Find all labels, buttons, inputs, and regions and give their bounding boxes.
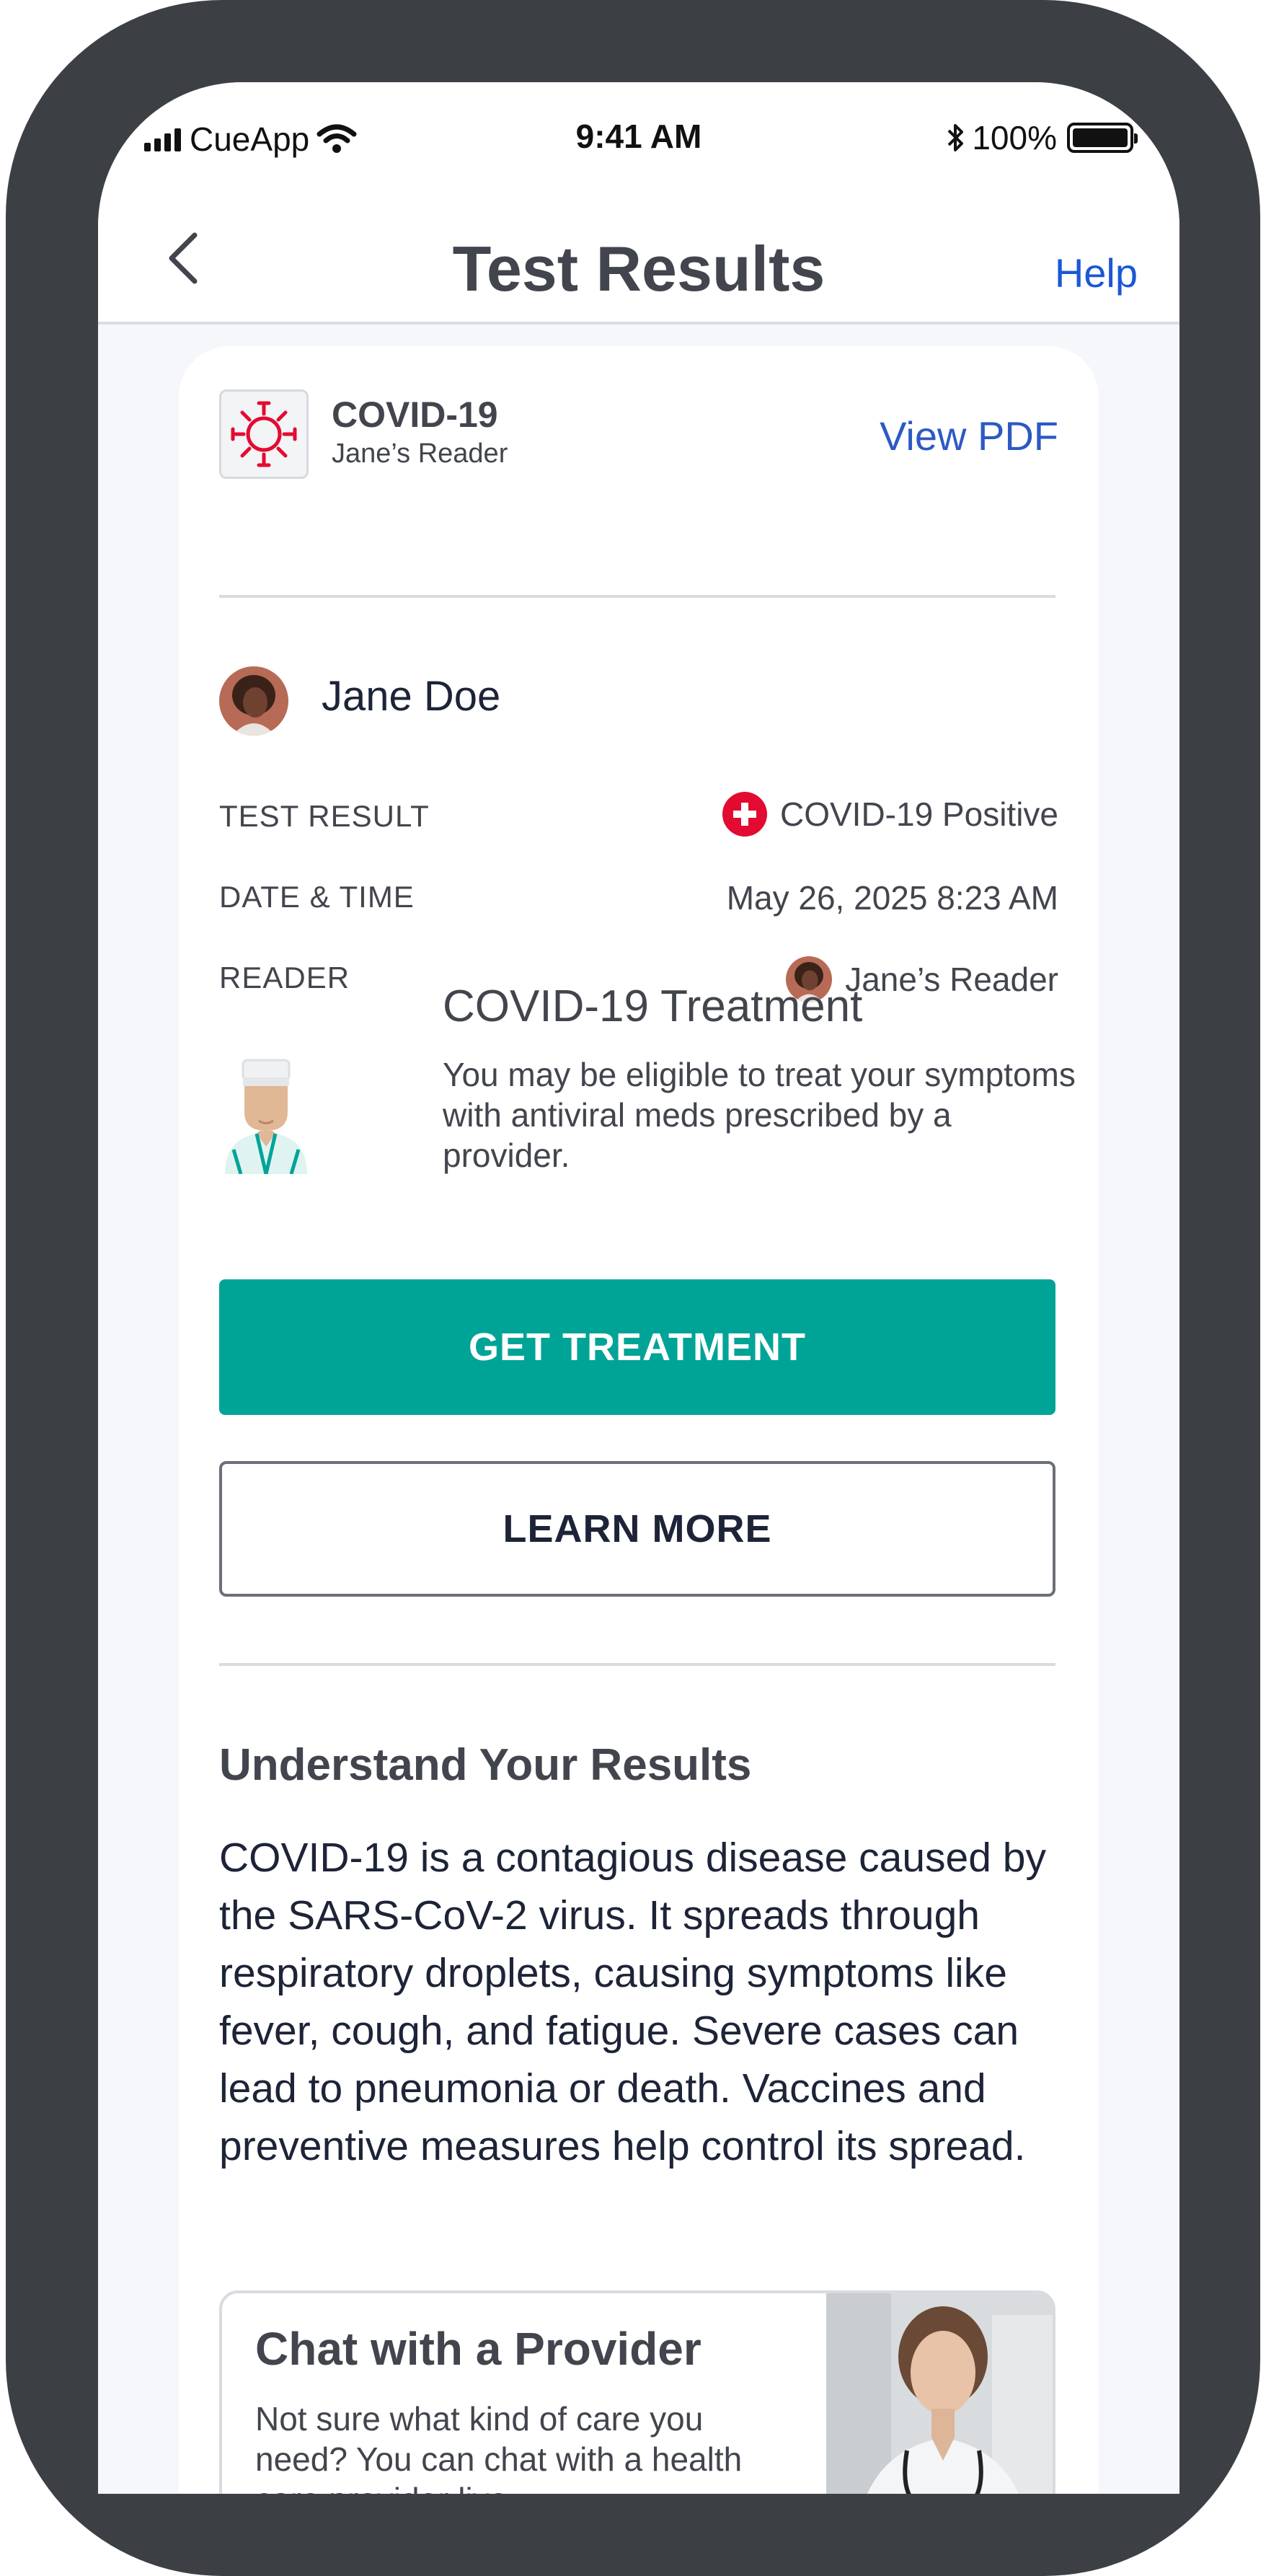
provider-photo xyxy=(826,2293,1053,2494)
reader-label: READER xyxy=(219,961,350,994)
understand-title: Understand Your Results xyxy=(219,1740,752,1790)
test-reader: Jane’s Reader xyxy=(332,438,508,469)
virus-icon xyxy=(231,401,297,467)
treatment-title: COVID-19 Treatment xyxy=(443,982,863,1031)
treatment-description: You may be eligible to treat your sympto… xyxy=(443,1056,1076,1174)
patient-name: Jane Doe xyxy=(322,673,501,720)
test-icon-box xyxy=(219,389,309,479)
battery-percent: 100% xyxy=(972,119,1057,156)
learn-more-button[interactable]: LEARN MORE xyxy=(219,1461,1055,1597)
understand-body: COVID-19 is a contagious disease caused … xyxy=(219,1835,1046,2169)
volume-down-button xyxy=(6,938,16,1132)
avatar xyxy=(219,666,288,736)
view-pdf-link[interactable]: View PDF xyxy=(880,413,1058,459)
divider xyxy=(219,595,1055,598)
test-result-text: COVID-19 Positive xyxy=(779,795,1058,833)
battery-icon xyxy=(1067,123,1138,153)
result-card: COVID-19 Jane’s Reader View PDF Jane Doe… xyxy=(179,346,1099,2494)
page-title: Test Results xyxy=(452,233,825,304)
chat-provider-card[interactable]: Chat with a Provider Not sure what kind … xyxy=(219,2290,1055,2494)
app-screen: CueApp 9:41 AM 100% Test Results Help CO… xyxy=(98,82,1179,2494)
date-time-label: DATE & TIME xyxy=(219,880,415,914)
reader-name: Jane’s Reader xyxy=(845,961,1058,998)
test-name: COVID-19 xyxy=(332,394,498,435)
status-right: 100% xyxy=(944,118,1138,157)
get-treatment-button[interactable]: GET TREATMENT xyxy=(219,1279,1055,1415)
chat-description: Not sure what kind of care you need? You… xyxy=(255,2400,743,2494)
test-result-value: COVID-19 Positive xyxy=(722,792,1058,837)
mute-switch xyxy=(6,498,16,591)
date-time-value: May 26, 2025 8:23 AM xyxy=(726,879,1058,917)
section-divider xyxy=(219,1663,1055,1666)
status-bar: CueApp 9:41 AM 100% xyxy=(98,82,1179,198)
test-result-label: TEST RESULT xyxy=(219,799,430,833)
phone-frame: CueApp 9:41 AM 100% Test Results Help CO… xyxy=(6,0,1260,2576)
clock: 9:41 AM xyxy=(575,118,702,155)
power-button xyxy=(1250,815,1260,1125)
chat-title: Chat with a Provider xyxy=(255,2323,701,2375)
bluetooth-icon xyxy=(947,124,964,151)
plus-icon xyxy=(722,792,767,837)
help-link[interactable]: Help xyxy=(1055,250,1138,296)
navigation-bar: Test Results Help xyxy=(98,198,1179,325)
provider-illustration-icon xyxy=(225,1059,307,1174)
volume-up-button xyxy=(6,685,16,880)
